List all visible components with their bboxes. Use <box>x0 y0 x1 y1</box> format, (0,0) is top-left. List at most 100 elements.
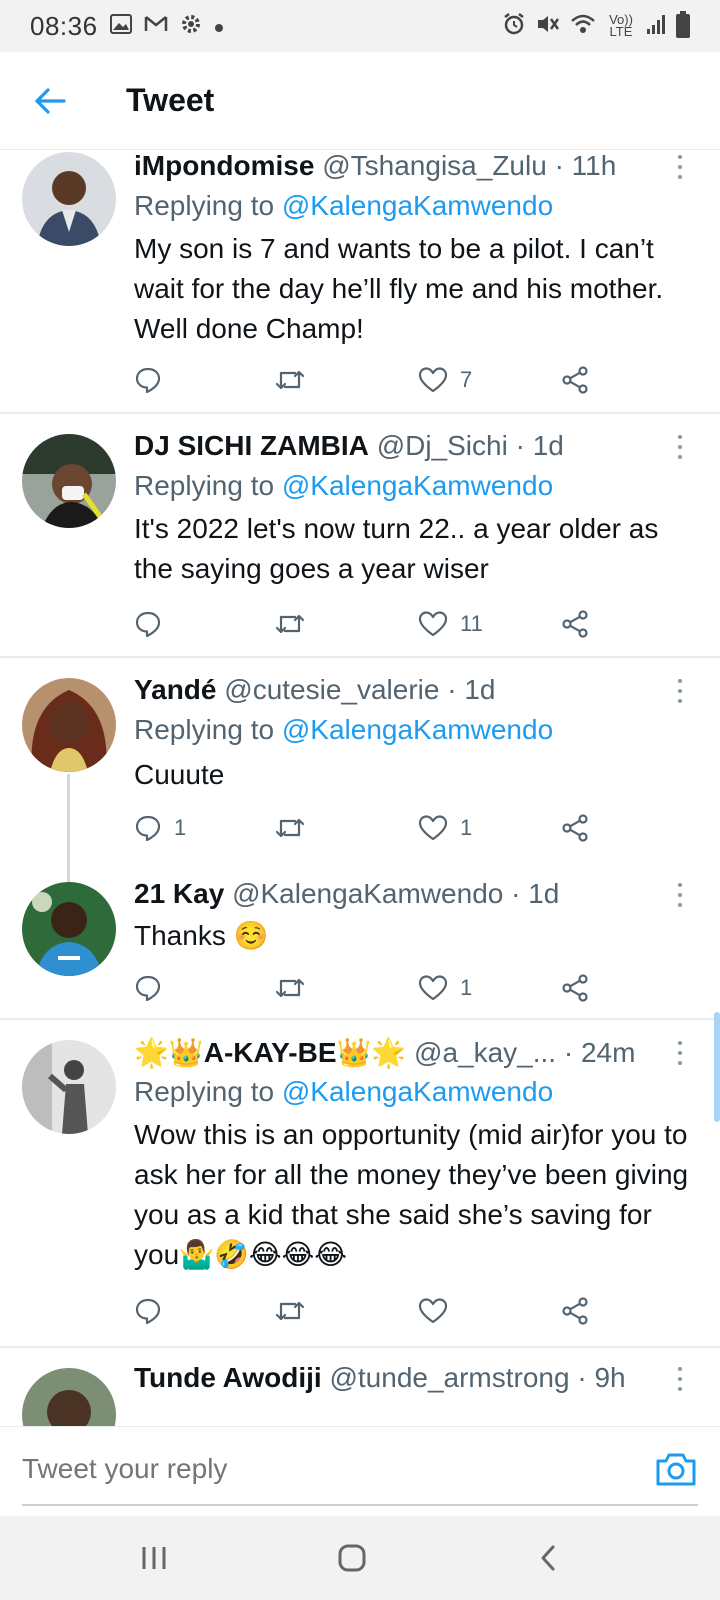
like-button[interactable]: 1 <box>418 808 472 848</box>
retweet-button[interactable] <box>274 604 318 644</box>
tweet-text: Cuuute <box>134 759 225 790</box>
author-name[interactable]: Tunde Awodiji <box>134 1362 322 1393</box>
tweet-item[interactable]: Tunde Awodiji @tunde_armstrong · 9h <box>0 1348 720 1426</box>
retweet-icon <box>275 978 305 998</box>
comment-icon <box>135 1298 161 1325</box>
retweet-icon <box>275 614 305 634</box>
chevron-left-icon <box>541 1545 555 1571</box>
tweet-actions: 1 1 <box>134 808 654 848</box>
reply-composer <box>0 1426 720 1516</box>
gmail-icon <box>144 15 168 37</box>
tweet-more-button[interactable] <box>670 1038 690 1068</box>
share-button[interactable] <box>560 808 590 848</box>
mention-link[interactable]: @KalengaKamwendo <box>282 470 553 501</box>
tweet-text: My son is 7 and wants to be a pilot. I c… <box>134 233 664 344</box>
author-name[interactable]: 21 Kay <box>134 878 224 909</box>
author-name[interactable]: DJ SICHI ZAMBIA <box>134 430 369 461</box>
author-handle[interactable]: @cutesie_valerie <box>224 674 439 705</box>
like-count: 1 <box>460 975 473 1000</box>
heart-icon <box>418 611 448 637</box>
tweet-item[interactable]: iMpondomise @Tshangisa_Zulu · 11h Replyi… <box>0 150 720 414</box>
comment-icon <box>135 815 161 842</box>
tweet-time: · 24m <box>563 1037 636 1068</box>
tweet-text: Thanks ☺️ <box>134 920 269 951</box>
author-handle[interactable]: @Tshangisa_Zulu <box>322 150 547 181</box>
like-button[interactable]: 1 <box>418 968 472 1008</box>
tweet-more-button[interactable] <box>670 432 690 462</box>
tweet-item[interactable]: DJ SICHI ZAMBIA @Dj_Sichi · 1d Replying … <box>0 414 720 658</box>
tweet-time: · 9h <box>577 1362 626 1393</box>
heart-icon <box>418 975 448 1001</box>
author-handle[interactable]: @tunde_armstrong <box>329 1362 569 1393</box>
replying-to-line: Replying to @KalengaKamwendo <box>134 470 553 502</box>
replying-to-label: Replying to <box>134 1076 282 1107</box>
reply-feed[interactable]: iMpondomise @Tshangisa_Zulu · 11h Replyi… <box>0 150 720 1426</box>
tweet-time: · 1d <box>511 878 560 909</box>
comment-icon <box>135 367 161 394</box>
like-button[interactable]: 7 <box>418 360 472 400</box>
mention-link[interactable]: @KalengaKamwendo <box>282 714 553 745</box>
retweet-button[interactable] <box>274 808 318 848</box>
tweet-item[interactable]: 🌟👑A-KAY-BE👑🌟 @a_kay_... · 24m Replying t… <box>0 1020 720 1348</box>
home-button[interactable] <box>322 1538 382 1578</box>
tweet-more-button[interactable] <box>670 1364 690 1394</box>
arrow-left-icon <box>35 87 66 114</box>
reply-button[interactable]: 1 <box>134 808 186 848</box>
tweet-item[interactable]: Yandé @cutesie_valerie · 1d Replying to … <box>0 658 720 882</box>
author-handle[interactable]: @KalengaKamwendo <box>232 878 503 909</box>
like-button[interactable]: 11 <box>418 604 483 644</box>
avatar[interactable] <box>22 1368 116 1426</box>
reply-underline <box>22 1504 698 1506</box>
share-button[interactable] <box>560 604 590 644</box>
comment-icon <box>135 975 161 1002</box>
share-button[interactable] <box>560 1291 590 1331</box>
scrollbar-thumb[interactable] <box>714 1012 720 1122</box>
system-nav-bar <box>0 1516 720 1600</box>
retweet-button[interactable] <box>274 360 318 400</box>
like-button[interactable] <box>418 1291 460 1331</box>
recent-apps-button[interactable] <box>124 1538 184 1578</box>
author-handle[interactable]: @Dj_Sichi <box>377 430 508 461</box>
tweet-more-button[interactable] <box>670 152 690 182</box>
wifi-icon <box>570 13 596 39</box>
share-button[interactable] <box>560 968 590 1008</box>
reply-button[interactable] <box>134 968 174 1008</box>
avatar[interactable] <box>22 434 116 528</box>
reply-button[interactable] <box>134 604 174 644</box>
author-name[interactable]: Yandé <box>134 674 216 705</box>
reply-input[interactable] <box>22 1453 622 1485</box>
reply-button[interactable] <box>134 1291 174 1331</box>
recents-icon <box>142 1547 166 1569</box>
back-nav-button[interactable] <box>518 1538 578 1578</box>
heart-icon <box>418 815 448 841</box>
avatar[interactable] <box>22 152 116 246</box>
retweet-button[interactable] <box>274 968 318 1008</box>
author-handle[interactable]: @a_kay_... <box>414 1037 556 1068</box>
mention-link[interactable]: @KalengaKamwendo <box>282 1076 553 1107</box>
share-button[interactable] <box>560 360 590 400</box>
tweet-more-button[interactable] <box>670 676 690 706</box>
camera-button[interactable] <box>654 1449 698 1493</box>
replying-to-line: Replying to @KalengaKamwendo <box>134 190 553 222</box>
page-title: Tweet <box>126 82 215 118</box>
like-count: 1 <box>460 815 473 840</box>
tweet-time: · 1d <box>515 430 564 461</box>
tweet-item[interactable]: 21 Kay @KalengaKamwendo · 1d Thanks ☺️ 1 <box>0 858 720 1020</box>
mention-link[interactable]: @KalengaKamwendo <box>282 190 553 221</box>
share-icon <box>562 814 588 842</box>
avatar[interactable] <box>22 1040 116 1134</box>
reply-button[interactable] <box>134 360 174 400</box>
back-button[interactable] <box>0 52 100 150</box>
tweet-actions: 11 <box>134 604 654 644</box>
retweet-button[interactable] <box>274 1291 318 1331</box>
tweet-more-button[interactable] <box>670 880 690 910</box>
author-name[interactable]: 🌟👑A-KAY-BE👑🌟 <box>134 1037 406 1068</box>
avatar[interactable] <box>22 678 116 772</box>
replying-to-label: Replying to <box>134 190 282 221</box>
author-name[interactable]: iMpondomise <box>134 150 314 181</box>
reply-count: 1 <box>174 815 187 840</box>
replying-to-line: Replying to @KalengaKamwendo <box>134 714 553 746</box>
gallery-icon <box>109 14 132 38</box>
share-icon <box>562 610 588 638</box>
avatar[interactable] <box>22 882 116 976</box>
